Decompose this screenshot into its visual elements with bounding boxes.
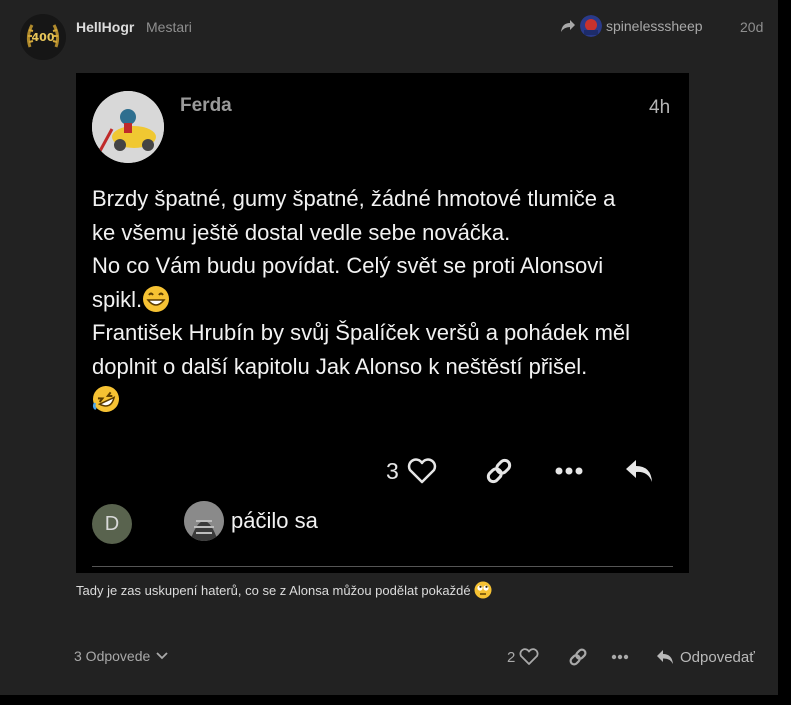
link-icon bbox=[568, 647, 588, 667]
reply-arrow-icon bbox=[560, 19, 576, 33]
quoted-author-avatar bbox=[92, 91, 164, 163]
quoted-author-name: Ferda bbox=[180, 95, 232, 116]
quoted-like-button[interactable]: 3 bbox=[386, 453, 437, 489]
like-count: 2 bbox=[507, 648, 516, 666]
post-footer: 3 Odpovede 2 Odpovedať bbox=[0, 640, 778, 674]
quoted-line: No co Vám budu povídat. Celý svět se pro… bbox=[92, 253, 604, 278]
rofl-emoji-icon bbox=[92, 385, 120, 413]
rolling-eyes-emoji-icon bbox=[474, 581, 492, 599]
quoted-line: doplnit o další kapitolu Jak Alonso k ne… bbox=[92, 353, 588, 379]
quoted-link-button[interactable] bbox=[484, 453, 514, 489]
more-icon bbox=[611, 654, 629, 660]
user-avatar[interactable]: 400 bbox=[20, 14, 66, 60]
reply-to-link[interactable]: spinelesssheep bbox=[560, 14, 703, 38]
laurel-badge-icon: 400 bbox=[20, 14, 66, 60]
heart-icon bbox=[407, 458, 437, 484]
quoted-like-count: 3 bbox=[386, 457, 399, 484]
liker-avatar-d: D bbox=[92, 504, 132, 544]
reply-to-avatar bbox=[580, 15, 602, 37]
reply-label: Odpovedať bbox=[680, 648, 755, 666]
caption-text: Tady je zas uskupení haterů, co se z Alo… bbox=[76, 583, 471, 598]
copy-link-button[interactable] bbox=[568, 645, 588, 669]
like-button[interactable]: 2 bbox=[507, 645, 539, 669]
heart-icon bbox=[519, 648, 539, 666]
liked-text: páčilo sa bbox=[231, 508, 318, 533]
replies-toggle[interactable]: 3 Odpovede bbox=[74, 648, 168, 664]
quoted-line: ke všemu ještě dostal vedle sebe nováčka… bbox=[92, 219, 511, 245]
svg-text:400: 400 bbox=[32, 31, 55, 44]
post: 400 HellHogr Mestari spinelesssheep 20d … bbox=[0, 0, 778, 695]
quoted-line: spikl. bbox=[92, 283, 682, 317]
user-title: Mestari bbox=[146, 19, 192, 35]
reply-icon bbox=[656, 649, 674, 665]
liker-avatar bbox=[184, 501, 224, 541]
grinning-emoji-icon bbox=[142, 285, 170, 313]
quoted-line: Brzdy špatné, gumy špatné, žádné hmotové… bbox=[92, 186, 616, 211]
more-options-button[interactable] bbox=[611, 645, 629, 669]
quoted-more-button[interactable] bbox=[554, 453, 584, 489]
chevron-down-icon bbox=[156, 652, 168, 660]
replies-label: 3 Odpovede bbox=[74, 648, 151, 664]
quoted-line-text: spikl. bbox=[92, 286, 143, 312]
quoted-reply-button[interactable] bbox=[624, 453, 654, 489]
quoted-time: 4h bbox=[649, 97, 671, 118]
quoted-line bbox=[92, 383, 682, 417]
username[interactable]: HellHogr bbox=[76, 19, 134, 35]
quoted-actions: 3 bbox=[76, 453, 689, 489]
quoted-text: Brzdy špatné, gumy špatné, žádné hmotové… bbox=[92, 182, 682, 417]
divider bbox=[92, 566, 673, 567]
link-icon bbox=[484, 456, 514, 486]
post-caption: Tady je zas uskupení haterů, co se z Alo… bbox=[76, 581, 492, 599]
quoted-line: František Hrubín by svůj Špalíček veršů … bbox=[92, 320, 631, 345]
more-icon bbox=[554, 466, 584, 476]
embedded-screenshot[interactable]: Ferda 4h Brzdy špatné, gumy špatné, žádn… bbox=[76, 73, 689, 573]
reply-icon bbox=[624, 458, 654, 484]
reply-to-username: spinelesssheep bbox=[606, 18, 703, 34]
post-date[interactable]: 20d bbox=[740, 19, 763, 35]
reply-button[interactable]: Odpovedať bbox=[656, 645, 755, 669]
